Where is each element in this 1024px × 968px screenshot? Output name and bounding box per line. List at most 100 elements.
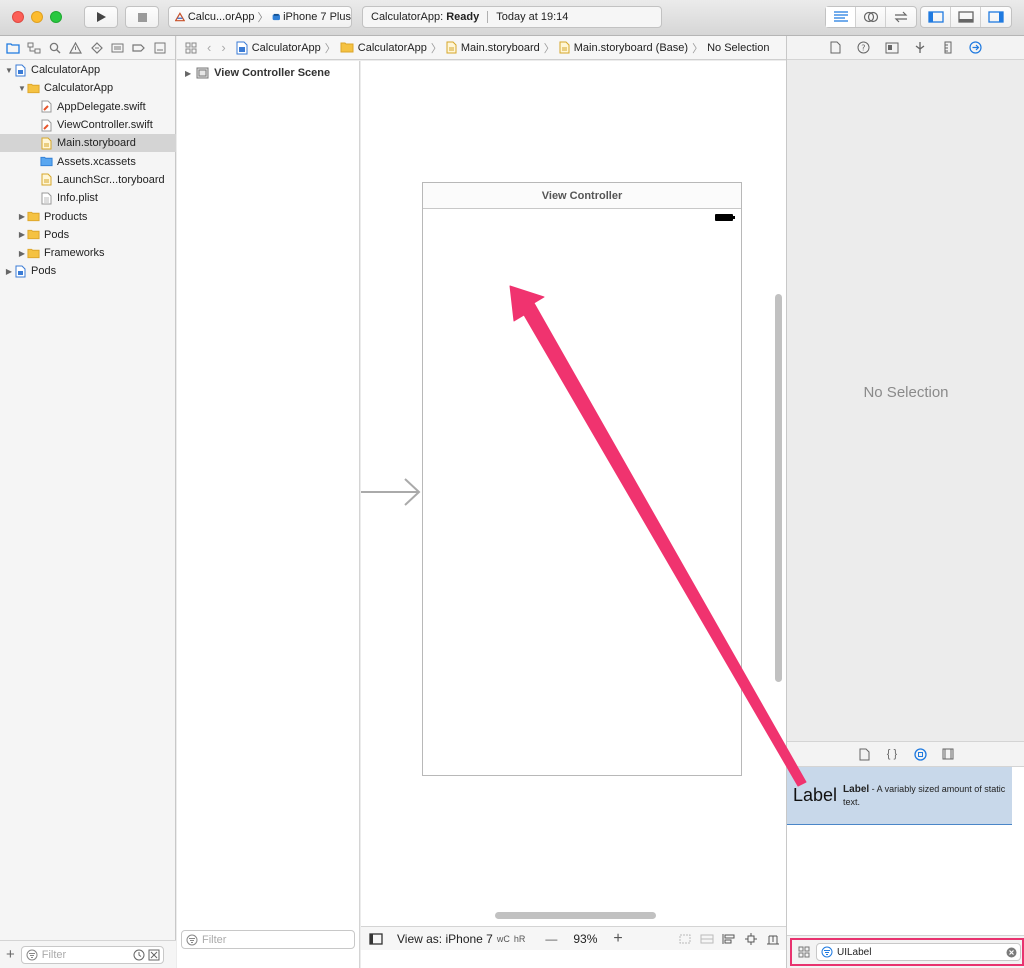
outline-filter-input[interactable]: Filter [181, 930, 355, 949]
stop-button[interactable] [125, 6, 159, 28]
jump-crumb-localization[interactable]: Main.storyboard (Base) [574, 42, 688, 54]
symbol-nav-tab[interactable] [25, 39, 42, 56]
version-editor-button[interactable] [886, 7, 916, 27]
identity-inspector-tab[interactable] [884, 40, 900, 56]
app-scheme-icon [175, 12, 185, 22]
toggle-navigator-button[interactable] [921, 7, 951, 27]
gauge-icon [111, 43, 124, 52]
grid-view-icon[interactable] [798, 946, 810, 958]
breakpoint-nav-tab[interactable] [130, 39, 147, 56]
run-button[interactable] [84, 6, 118, 28]
navigator-item[interactable]: ▼ CalculatorApp [0, 79, 176, 97]
disclosure-open-icon[interactable]: ▼ [17, 84, 27, 93]
quick-help-tab[interactable]: ? [856, 40, 872, 56]
source-control-filter-icon[interactable] [148, 949, 160, 961]
navigator-item[interactable]: LaunchScr...toryboard [0, 171, 176, 189]
scheme-name: Calcu...orApp [187, 11, 255, 23]
align-icon[interactable] [722, 933, 736, 945]
disclosure-closed-icon[interactable]: ▶ [4, 267, 14, 276]
connections-inspector-tab[interactable] [968, 40, 984, 56]
storyboard-file-icon [40, 173, 53, 187]
zoom-level[interactable]: 93% [573, 932, 597, 946]
navigator-item[interactable]: ▶ Frameworks [0, 244, 176, 262]
add-file-button[interactable]: + [6, 946, 15, 963]
navigator-item-label: Assets.xcassets [57, 155, 136, 168]
forward-button[interactable]: › [221, 40, 225, 55]
assistant-editor-button[interactable] [856, 7, 886, 27]
storyboard-file-icon [446, 41, 457, 54]
find-nav-tab[interactable] [46, 39, 63, 56]
swift-file-icon [40, 118, 53, 132]
debug-nav-tab[interactable] [109, 39, 126, 56]
embed-in-icon[interactable] [678, 933, 692, 945]
library-search-input[interactable]: UILabel [816, 943, 1021, 961]
library-item-label[interactable]: Label Label - A variably sized amount of… [787, 767, 1012, 825]
canvas-horizontal-scrollbar[interactable] [495, 912, 656, 919]
navigator-item[interactable]: ▶ Pods [0, 262, 176, 280]
navigator-item[interactable]: ViewController.swift [0, 116, 176, 134]
recent-files-icon[interactable] [133, 949, 145, 961]
object-library-tab[interactable] [912, 746, 928, 762]
close-window-button[interactable] [12, 11, 24, 23]
film-icon [942, 748, 954, 760]
disclosure-closed-icon[interactable]: ▶ [185, 69, 191, 78]
minimize-window-button[interactable] [31, 11, 43, 23]
report-nav-tab[interactable] [151, 39, 168, 56]
zoom-out-button[interactable]: — [545, 932, 557, 946]
view-controller-scene[interactable]: View Controller [422, 182, 742, 776]
zoom-window-button[interactable] [50, 11, 62, 23]
navigator-item[interactable]: AppDelegate.swift [0, 98, 176, 116]
file-template-library-tab[interactable] [856, 746, 872, 762]
media-library-tab[interactable] [940, 746, 956, 762]
navigator-item-label: CalculatorApp [44, 82, 114, 95]
navigator-item-label: ViewController.swift [57, 119, 153, 132]
jump-crumb-selection[interactable]: No Selection [707, 42, 769, 54]
view-as-button[interactable]: View as: iPhone 7 [397, 932, 493, 946]
canvas-vertical-scrollbar[interactable] [775, 294, 782, 682]
file-inspector-tab[interactable] [828, 40, 844, 56]
issue-nav-tab[interactable] [67, 39, 84, 56]
zoom-in-button[interactable]: + [613, 930, 622, 948]
svg-text:?: ? [861, 44, 865, 53]
navigator-item[interactable]: ▶ Products [0, 207, 176, 225]
status-app: CalculatorApp: [371, 11, 444, 23]
test-nav-tab[interactable] [88, 39, 105, 56]
clear-search-icon[interactable] [1006, 947, 1017, 958]
jump-crumb-project[interactable]: CalculatorApp [252, 42, 321, 54]
attributes-inspector-tab[interactable] [912, 40, 928, 56]
navigator-item[interactable]: ▼ CalculatorApp [0, 61, 176, 79]
standard-editor-button[interactable] [826, 7, 856, 27]
folder-nav-tab[interactable] [4, 39, 21, 56]
size-class-height: hR [513, 933, 526, 944]
code-snippet-library-tab[interactable]: { } [884, 746, 900, 762]
toggle-outline-icon[interactable] [369, 932, 383, 945]
disclosure-closed-icon[interactable]: ▶ [17, 212, 27, 221]
jump-crumb-file[interactable]: Main.storyboard [461, 42, 540, 54]
toggle-debug-area-button[interactable] [951, 7, 981, 27]
scene-title[interactable]: View Controller [423, 183, 741, 209]
navigator-item[interactable]: Assets.xcassets [0, 152, 176, 170]
folder-icon [27, 210, 40, 224]
disclosure-open-icon[interactable]: ▼ [4, 66, 14, 75]
navigator-item[interactable]: Main.storyboard [0, 134, 176, 153]
jump-crumb-group[interactable]: CalculatorApp [358, 42, 427, 54]
back-button[interactable]: ‹ [207, 40, 211, 55]
storyboard-canvas[interactable]: View Controller [361, 61, 786, 926]
battery-icon [715, 214, 735, 221]
size-inspector-tab[interactable] [940, 40, 956, 56]
outline-scene-row[interactable]: ▶ View Controller Scene [177, 61, 359, 85]
navigator-item[interactable]: Info.plist [0, 189, 176, 207]
resolve-issues-icon[interactable] [766, 933, 780, 945]
navigator-filter-placeholder: Filter [41, 948, 67, 961]
stack-icon[interactable] [700, 933, 714, 945]
navigator-item-label: Pods [44, 228, 70, 241]
navigator-item[interactable]: ▶ Pods [0, 226, 176, 244]
scheme-selector[interactable]: Calcu...orApp 〉 iPhone 7 Plus [168, 6, 352, 28]
navigator-filter-input[interactable]: Filter [20, 945, 164, 964]
pin-icon[interactable] [744, 932, 758, 945]
related-items-icon[interactable] [185, 42, 197, 54]
toggle-utilities-button[interactable] [981, 7, 1011, 27]
disclosure-closed-icon[interactable]: ▶ [17, 230, 27, 239]
help-icon: ? [857, 41, 870, 54]
disclosure-closed-icon[interactable]: ▶ [17, 249, 27, 258]
